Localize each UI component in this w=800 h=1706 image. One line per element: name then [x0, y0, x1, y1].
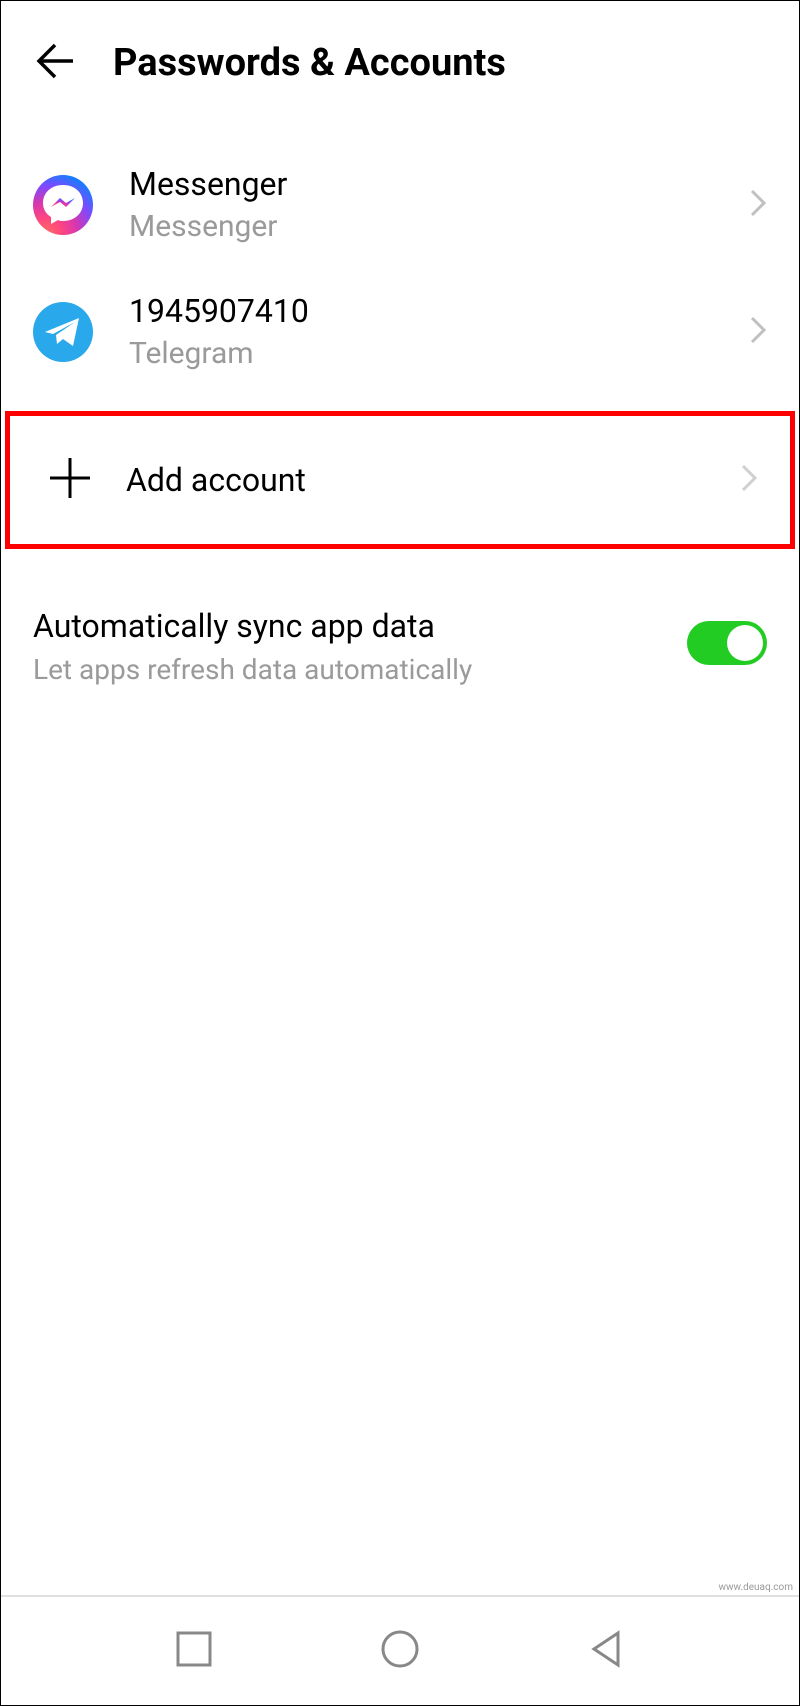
sync-text: Automatically sync app data Let apps ref…	[33, 607, 667, 686]
account-subtitle: Telegram	[129, 336, 713, 371]
telegram-icon	[33, 302, 93, 362]
sync-subtitle: Let apps refresh data automatically	[33, 653, 667, 686]
plus-icon	[46, 454, 94, 506]
nav-recent-button[interactable]	[172, 1627, 216, 1675]
page-title: Passwords & Accounts	[113, 41, 506, 85]
account-row-messenger[interactable]: Messenger Messenger	[1, 141, 799, 268]
header: Passwords & Accounts	[1, 1, 799, 125]
messenger-icon	[33, 175, 93, 235]
nav-bar	[1, 1595, 799, 1705]
sync-section: Automatically sync app data Let apps ref…	[1, 549, 799, 686]
account-subtitle: Messenger	[129, 209, 713, 244]
account-title: Messenger	[129, 165, 713, 203]
chevron-right-icon	[749, 188, 767, 222]
back-icon[interactable]	[33, 39, 77, 87]
nav-back-button[interactable]	[584, 1627, 628, 1675]
watermark: www.deuaq.com	[719, 1582, 794, 1593]
sync-toggle[interactable]	[687, 621, 767, 665]
nav-home-button[interactable]	[378, 1627, 422, 1675]
account-title: 1945907410	[129, 292, 713, 330]
add-account-button[interactable]: Add account	[5, 411, 795, 549]
account-row-telegram[interactable]: 1945907410 Telegram	[1, 268, 799, 395]
sync-title: Automatically sync app data	[33, 607, 667, 645]
chevron-right-icon	[749, 315, 767, 349]
account-text: 1945907410 Telegram	[129, 292, 713, 371]
account-text: Messenger Messenger	[129, 165, 713, 244]
chevron-right-icon	[740, 463, 758, 497]
add-account-label: Add account	[126, 461, 708, 499]
accounts-list: Messenger Messenger 1945907410 Telegram	[1, 141, 799, 395]
